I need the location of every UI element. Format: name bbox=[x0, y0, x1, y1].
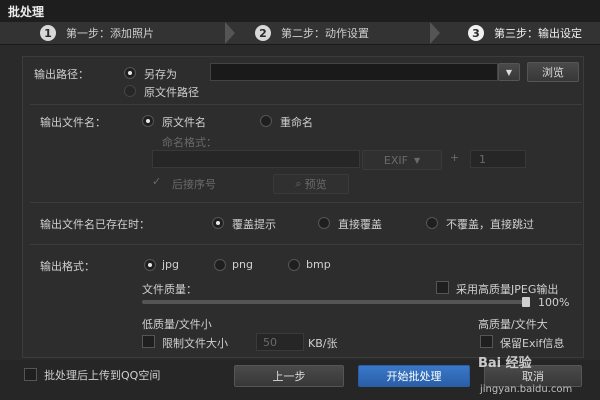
name-format-label: 命名格式： bbox=[162, 136, 217, 149]
plus-label: + bbox=[450, 151, 460, 164]
quality-label: 文件质量： bbox=[142, 283, 197, 296]
previous-button[interactable]: 上一步 bbox=[234, 365, 344, 387]
size-unit-label: KB/张 bbox=[308, 337, 338, 350]
overwrite-prompt-radio[interactable] bbox=[212, 217, 224, 229]
bmp-label: bmp bbox=[306, 258, 331, 271]
save-as-label: 另存为 bbox=[144, 68, 177, 81]
output-name-label: 输出文件名： bbox=[40, 116, 106, 129]
path-dropdown-button[interactable]: ▼ bbox=[498, 63, 520, 81]
low-quality-label: 低质量/文件小 bbox=[142, 318, 212, 331]
upload-qq-label: 批处理后上传到QQ空间 bbox=[44, 369, 161, 382]
keep-exif-label: 保留Exif信息 bbox=[500, 337, 565, 350]
overwrite-label: 直接覆盖 bbox=[338, 218, 382, 231]
original-name-label: 原文件名 bbox=[162, 116, 206, 129]
quality-percent: 100% bbox=[538, 296, 570, 309]
step-3[interactable]: 3 第三步：输出设定 bbox=[468, 22, 582, 44]
overwrite-prompt-label: 覆盖提示 bbox=[232, 218, 276, 231]
step-1-label: 第一步：添加照片 bbox=[66, 27, 154, 40]
upload-qq-checkbox[interactable] bbox=[24, 368, 37, 381]
limit-size-label: 限制文件大小 bbox=[162, 337, 228, 350]
divider bbox=[30, 104, 582, 105]
watermark-brand: Bai 经验 bbox=[478, 356, 532, 371]
check-icon: ✓ bbox=[152, 175, 162, 188]
quality-slider[interactable] bbox=[142, 297, 530, 307]
rename-radio[interactable] bbox=[260, 115, 272, 127]
file-exists-label: 输出文件名已存在时： bbox=[40, 218, 150, 231]
sequence-start-input[interactable]: 1 bbox=[470, 150, 526, 168]
step-2[interactable]: 2 第二步：动作设置 bbox=[255, 22, 369, 44]
name-format-input[interactable] bbox=[152, 150, 360, 168]
save-as-radio[interactable] bbox=[124, 67, 136, 79]
png-label: png bbox=[232, 258, 253, 271]
divider bbox=[30, 202, 582, 203]
window-title: 批处理 bbox=[8, 5, 45, 19]
after-sequence-label: 后接序号 bbox=[172, 178, 216, 191]
output-path-input[interactable] bbox=[210, 63, 498, 81]
search-icon: ⌕ bbox=[295, 177, 302, 190]
chevron-down-icon: ▼ bbox=[413, 155, 421, 165]
browse-button[interactable]: 浏览 bbox=[527, 62, 579, 82]
skip-label: 不覆盖，直接跳过 bbox=[446, 218, 534, 231]
keep-exif-checkbox[interactable] bbox=[480, 335, 493, 348]
output-path-label: 输出路径： bbox=[34, 68, 89, 81]
exif-select-label: EXIF bbox=[383, 153, 408, 167]
step-3-number: 3 bbox=[468, 25, 484, 41]
step-bar: 1 第一步：添加照片 2 第二步：动作设置 3 第三步：输出设定 bbox=[0, 22, 600, 45]
chevron-down-icon: ▼ bbox=[505, 67, 513, 77]
original-name-radio[interactable] bbox=[142, 115, 154, 127]
quality-slider-thumb[interactable] bbox=[522, 297, 530, 307]
step-arrow-icon bbox=[225, 22, 235, 44]
step-1-number: 1 bbox=[40, 25, 56, 41]
step-2-number: 2 bbox=[255, 25, 271, 41]
limit-size-input[interactable]: 50 bbox=[256, 333, 304, 351]
high-quality-jpeg-label: 采用高质量JPEG输出 bbox=[456, 283, 559, 296]
start-batch-button[interactable]: 开始批处理 bbox=[358, 365, 470, 387]
original-path-radio[interactable] bbox=[124, 85, 136, 97]
preview-label: 预览 bbox=[304, 178, 327, 191]
title-bar: 批处理 bbox=[0, 0, 600, 22]
divider bbox=[30, 244, 582, 245]
step-2-label: 第二步：动作设置 bbox=[281, 27, 369, 40]
limit-size-value: 50 bbox=[263, 336, 277, 349]
bmp-radio[interactable] bbox=[288, 259, 300, 271]
exif-select[interactable]: EXIF ▼ bbox=[362, 150, 442, 170]
overwrite-radio[interactable] bbox=[318, 217, 330, 229]
original-path-label: 原文件路径 bbox=[144, 86, 199, 99]
high-quality-label: 高质量/文件大 bbox=[478, 318, 548, 331]
output-format-label: 输出格式： bbox=[40, 260, 95, 273]
png-radio[interactable] bbox=[214, 259, 226, 271]
high-quality-jpeg-checkbox[interactable] bbox=[436, 281, 449, 294]
step-3-label: 第三步：输出设定 bbox=[494, 27, 582, 40]
preview-button[interactable]: ⌕ 预览 bbox=[273, 174, 349, 194]
skip-radio[interactable] bbox=[426, 217, 438, 229]
step-arrow-icon bbox=[430, 22, 440, 44]
jpg-radio[interactable] bbox=[144, 259, 156, 271]
settings-panel bbox=[22, 56, 584, 358]
step-1[interactable]: 1 第一步：添加照片 bbox=[40, 22, 154, 44]
jpg-label: jpg bbox=[162, 258, 180, 271]
limit-size-checkbox[interactable] bbox=[142, 335, 155, 348]
rename-label: 重命名 bbox=[280, 116, 313, 129]
watermark-url: jingyan.baidu.com bbox=[480, 384, 573, 395]
sequence-start-value: 1 bbox=[479, 153, 486, 166]
